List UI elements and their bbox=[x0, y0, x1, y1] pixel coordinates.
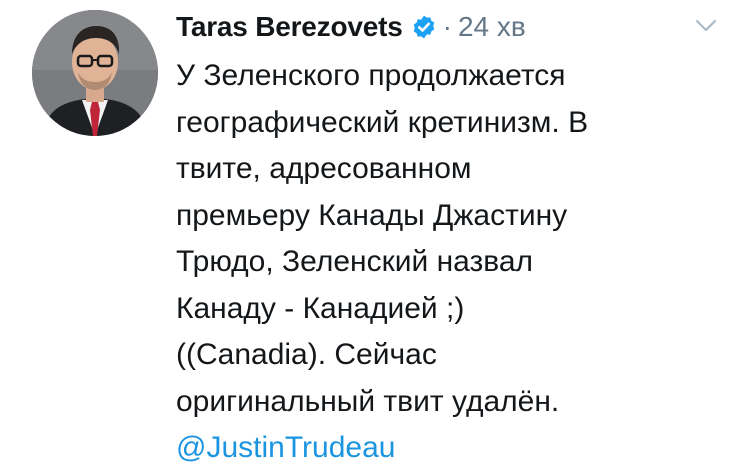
chevron-down-icon[interactable] bbox=[694, 18, 718, 34]
tweet-text-line: твите, адресованном bbox=[176, 152, 472, 185]
tweet-text: У Зеленского продолжается географический… bbox=[176, 53, 736, 472]
tweet-text-line: Канаду - Канадией ;) bbox=[176, 291, 465, 325]
tweet-text-line: премьеру Канады Джастину bbox=[176, 198, 568, 232]
verified-badge-icon bbox=[411, 14, 437, 40]
tweet-text-line: оригинальный твит удалён. bbox=[176, 384, 560, 418]
author-name[interactable]: Taras Berezovets bbox=[176, 11, 403, 43]
tweet-text-line: У Зеленского продолжается bbox=[176, 59, 566, 92]
header-separator: · bbox=[442, 11, 452, 42]
avatar-photo bbox=[32, 10, 158, 136]
tweet-timestamp[interactable]: 24 хв bbox=[458, 11, 526, 43]
tweet-header: Taras Berezovets · 24 хв bbox=[176, 6, 526, 48]
mention-link[interactable]: @JustinTrudeau bbox=[176, 425, 736, 472]
tweet-text-line: географический кретинизм. В bbox=[176, 105, 589, 139]
avatar[interactable] bbox=[32, 10, 158, 136]
tweet-text-line: Трюдо, Зеленский назвал bbox=[176, 245, 534, 278]
tweet-text-line: ((Canadia). Сейчас bbox=[176, 338, 437, 371]
tweet: Taras Berezovets · 24 хв У Зеленского пр… bbox=[0, 0, 750, 473]
